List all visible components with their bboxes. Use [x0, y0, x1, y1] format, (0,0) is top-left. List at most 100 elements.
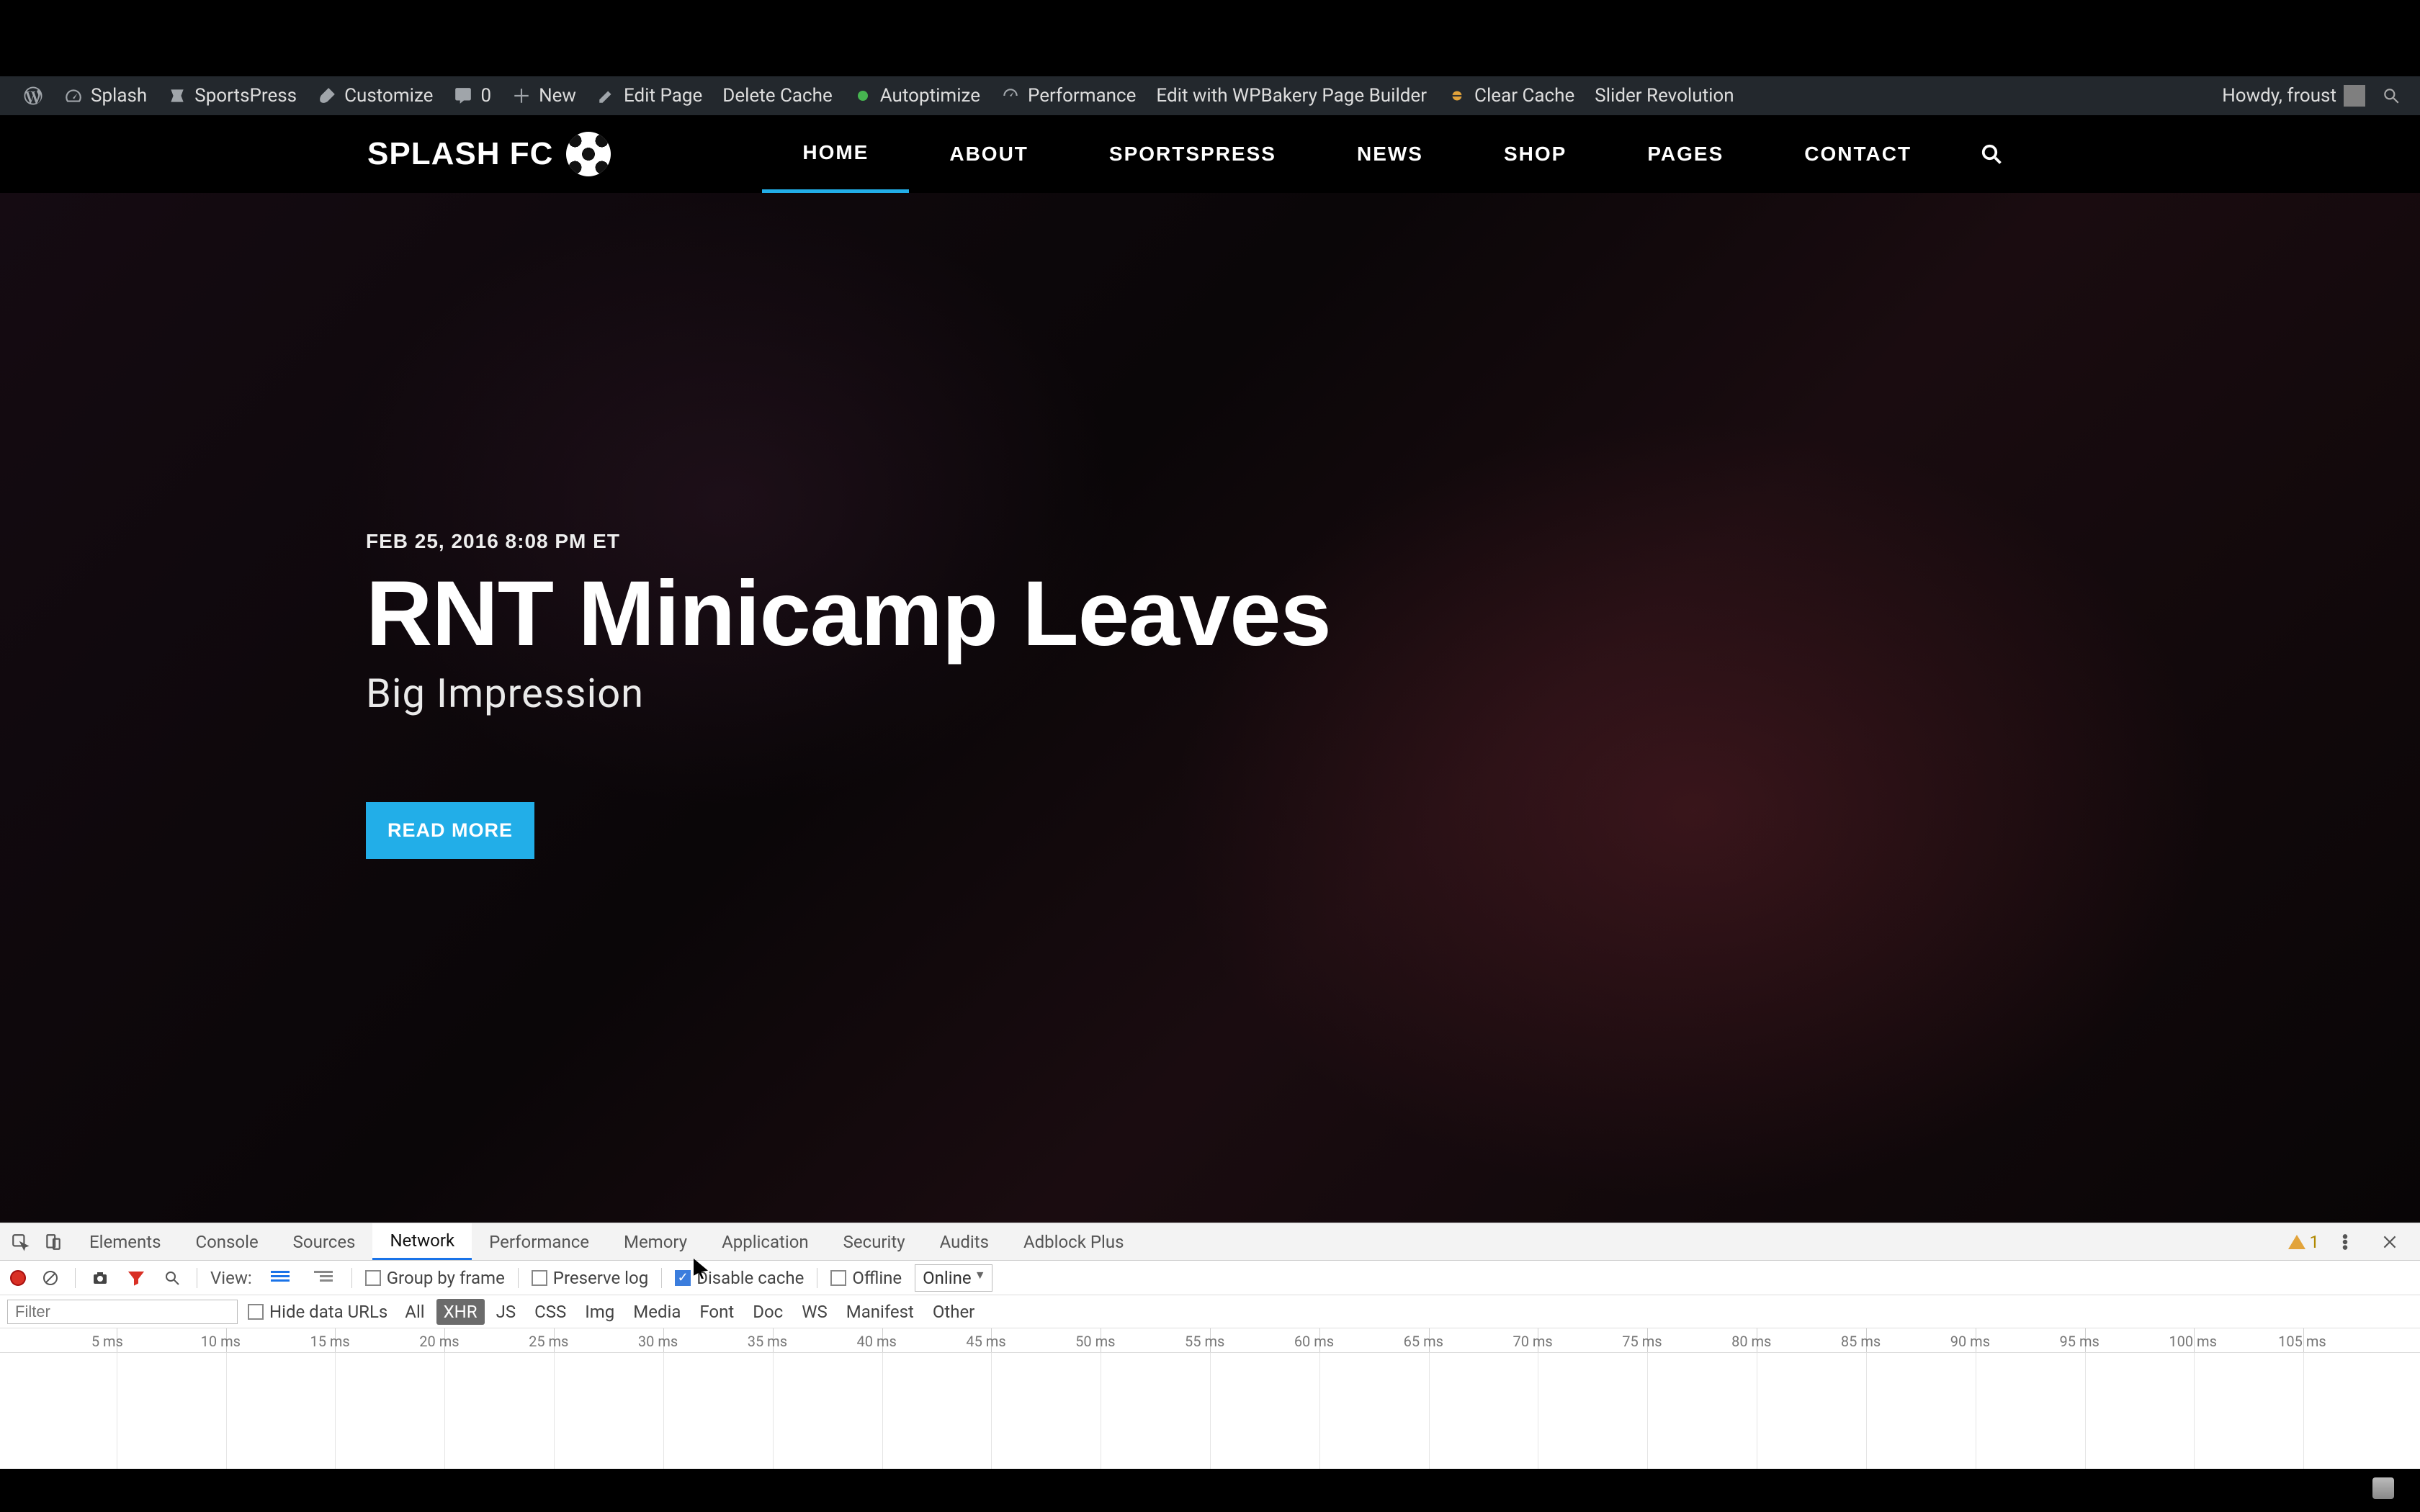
filter-toggle-button[interactable]	[125, 1266, 148, 1290]
waterfall-gridline	[444, 1353, 445, 1470]
group-by-frame-checkbox[interactable]: Group by frame	[365, 1268, 505, 1288]
devtools-tab-console[interactable]: Console	[178, 1223, 275, 1260]
filter-type-doc[interactable]: Doc	[745, 1299, 790, 1325]
record-button[interactable]	[10, 1270, 26, 1286]
nav-item-sportspress[interactable]: SPORTSPRESS	[1069, 115, 1317, 193]
wp-performance[interactable]: Performance	[990, 76, 1146, 115]
view-list-button[interactable]	[265, 1265, 295, 1291]
site-logo[interactable]: SPLASH FC	[367, 132, 611, 176]
read-more-button[interactable]: READ MORE	[366, 802, 534, 859]
timeline-tick: 40 ms	[882, 1328, 883, 1352]
wp-new[interactable]: New	[501, 76, 586, 115]
devtools-tab-security[interactable]: Security	[826, 1223, 923, 1260]
filter-type-js[interactable]: JS	[489, 1299, 524, 1325]
filter-type-ws[interactable]: WS	[794, 1299, 835, 1325]
nav-item-about[interactable]: ABOUT	[909, 115, 1069, 193]
devtools-tab-application[interactable]: Application	[704, 1223, 826, 1260]
waterfall-gridline	[1210, 1353, 1211, 1470]
timeline-tick: 30 ms	[663, 1328, 664, 1352]
timeline-tick-label: 95 ms	[2060, 1333, 2099, 1350]
filter-type-other[interactable]: Other	[926, 1299, 982, 1325]
filter-type-img[interactable]: Img	[578, 1299, 622, 1325]
wp-admin-left: Splash SportsPress Customize 0 New Edit …	[13, 76, 1744, 115]
waterfall-gridline	[991, 1353, 992, 1470]
wp-autoptimize[interactable]: Autoptimize	[843, 76, 990, 115]
filter-type-css[interactable]: CSS	[527, 1299, 573, 1325]
filter-type-font[interactable]: Font	[692, 1299, 741, 1325]
wp-customize[interactable]: Customize	[307, 76, 443, 115]
devtools-tab-sources[interactable]: Sources	[276, 1223, 373, 1260]
timeline-tick-label: 50 ms	[1075, 1333, 1115, 1350]
network-timeline-ruler[interactable]: 5 ms10 ms15 ms20 ms25 ms30 ms35 ms40 ms4…	[0, 1328, 2420, 1353]
bee-icon	[1447, 86, 1467, 106]
timeline-tick: 55 ms	[1210, 1328, 1211, 1352]
devtools-tab-performance[interactable]: Performance	[472, 1223, 606, 1260]
devtools-menu-button[interactable]	[2331, 1228, 2360, 1256]
timeline-tick-label: 40 ms	[857, 1333, 897, 1350]
devtools-tab-memory[interactable]: Memory	[606, 1223, 704, 1260]
inspect-element-button[interactable]	[6, 1228, 35, 1256]
devtools-tab-elements[interactable]: Elements	[72, 1223, 178, 1260]
wp-comments[interactable]: 0	[443, 76, 501, 115]
page-viewport: Splash SportsPress Customize 0 New Edit …	[0, 76, 2420, 1469]
wp-edit-page-label: Edit Page	[624, 85, 702, 107]
device-toolbar-button[interactable]	[39, 1228, 68, 1256]
wp-delete-cache[interactable]: Delete Cache	[712, 76, 842, 115]
filter-type-manifest[interactable]: Manifest	[839, 1299, 921, 1325]
devtools-tab-adblock-plus[interactable]: Adblock Plus	[1006, 1223, 1141, 1260]
timeline-tick-label: 35 ms	[748, 1333, 787, 1350]
timeline-tick: 45 ms	[991, 1328, 992, 1352]
wp-sportspress[interactable]: SportsPress	[157, 76, 307, 115]
wp-wpbakery[interactable]: Edit with WPBakery Page Builder	[1146, 76, 1437, 115]
timeline-tick-label: 75 ms	[1622, 1333, 1662, 1350]
wp-howdy[interactable]: Howdy, froust	[2212, 76, 2375, 115]
devtools-tabs-row: ElementsConsoleSourcesNetworkPerformance…	[0, 1223, 2420, 1261]
screenshot-button[interactable]	[89, 1266, 112, 1290]
throttling-value: Online	[923, 1268, 971, 1288]
waterfall-gridline	[554, 1353, 555, 1470]
nav-item-home[interactable]: HOME	[762, 115, 909, 193]
timeline-tick: 95 ms	[2085, 1328, 2086, 1352]
preserve-log-checkbox[interactable]: Preserve log	[532, 1268, 648, 1288]
nav-item-contact[interactable]: CONTACT	[1764, 115, 1952, 193]
wp-customize-label: Customize	[344, 85, 433, 107]
search-net-button[interactable]	[161, 1266, 184, 1290]
devtools-tab-network[interactable]: Network	[372, 1223, 472, 1260]
waterfall-gridline	[226, 1353, 227, 1470]
nav-item-news[interactable]: NEWS	[1317, 115, 1464, 193]
network-toolbar: View: Group by frame Preserve log Disabl…	[0, 1261, 2420, 1295]
wp-edit-page[interactable]: Edit Page	[586, 76, 712, 115]
throttling-select[interactable]: Online	[915, 1264, 992, 1292]
filter-type-xhr[interactable]: XHR	[436, 1299, 485, 1325]
wp-logo[interactable]	[13, 76, 53, 115]
network-waterfall[interactable]	[0, 1353, 2420, 1470]
filter-input[interactable]	[7, 1300, 238, 1324]
wp-admin-right: Howdy, froust	[2212, 76, 2407, 115]
waterfall-gridline	[773, 1353, 774, 1470]
hide-data-urls-checkbox[interactable]: Hide data URLs	[248, 1302, 387, 1322]
nav-item-shop[interactable]: SHOP	[1464, 115, 1607, 193]
filter-type-all[interactable]: All	[398, 1299, 431, 1325]
wp-clear-cache[interactable]: Clear Cache	[1437, 76, 1585, 115]
pencil-icon	[596, 86, 617, 106]
view-tree-button[interactable]	[308, 1265, 339, 1291]
hero-subtitle: Big Impression	[366, 670, 1331, 717]
nav-search-button[interactable]	[1981, 143, 2002, 165]
view-label: View:	[210, 1268, 252, 1288]
comment-icon	[453, 86, 473, 106]
nav-item-pages[interactable]: PAGES	[1607, 115, 1764, 193]
wp-new-label: New	[539, 85, 576, 107]
checkbox-icon	[830, 1270, 846, 1286]
wp-slider-revolution[interactable]: Slider Revolution	[1585, 76, 1744, 115]
wp-search[interactable]	[2375, 76, 2407, 115]
letterbox-top	[0, 0, 2420, 76]
devtools-right-controls: 1	[2288, 1228, 2415, 1256]
offline-checkbox[interactable]: Offline	[830, 1268, 902, 1288]
disable-cache-checkbox[interactable]: Disable cache	[675, 1268, 804, 1288]
filter-type-media[interactable]: Media	[626, 1299, 688, 1325]
wp-site-name[interactable]: Splash	[53, 76, 157, 115]
devtools-tab-audits[interactable]: Audits	[923, 1223, 1006, 1260]
clear-button[interactable]	[39, 1266, 62, 1290]
warnings-badge[interactable]: 1	[2288, 1232, 2320, 1252]
devtools-close-button[interactable]	[2375, 1228, 2404, 1256]
